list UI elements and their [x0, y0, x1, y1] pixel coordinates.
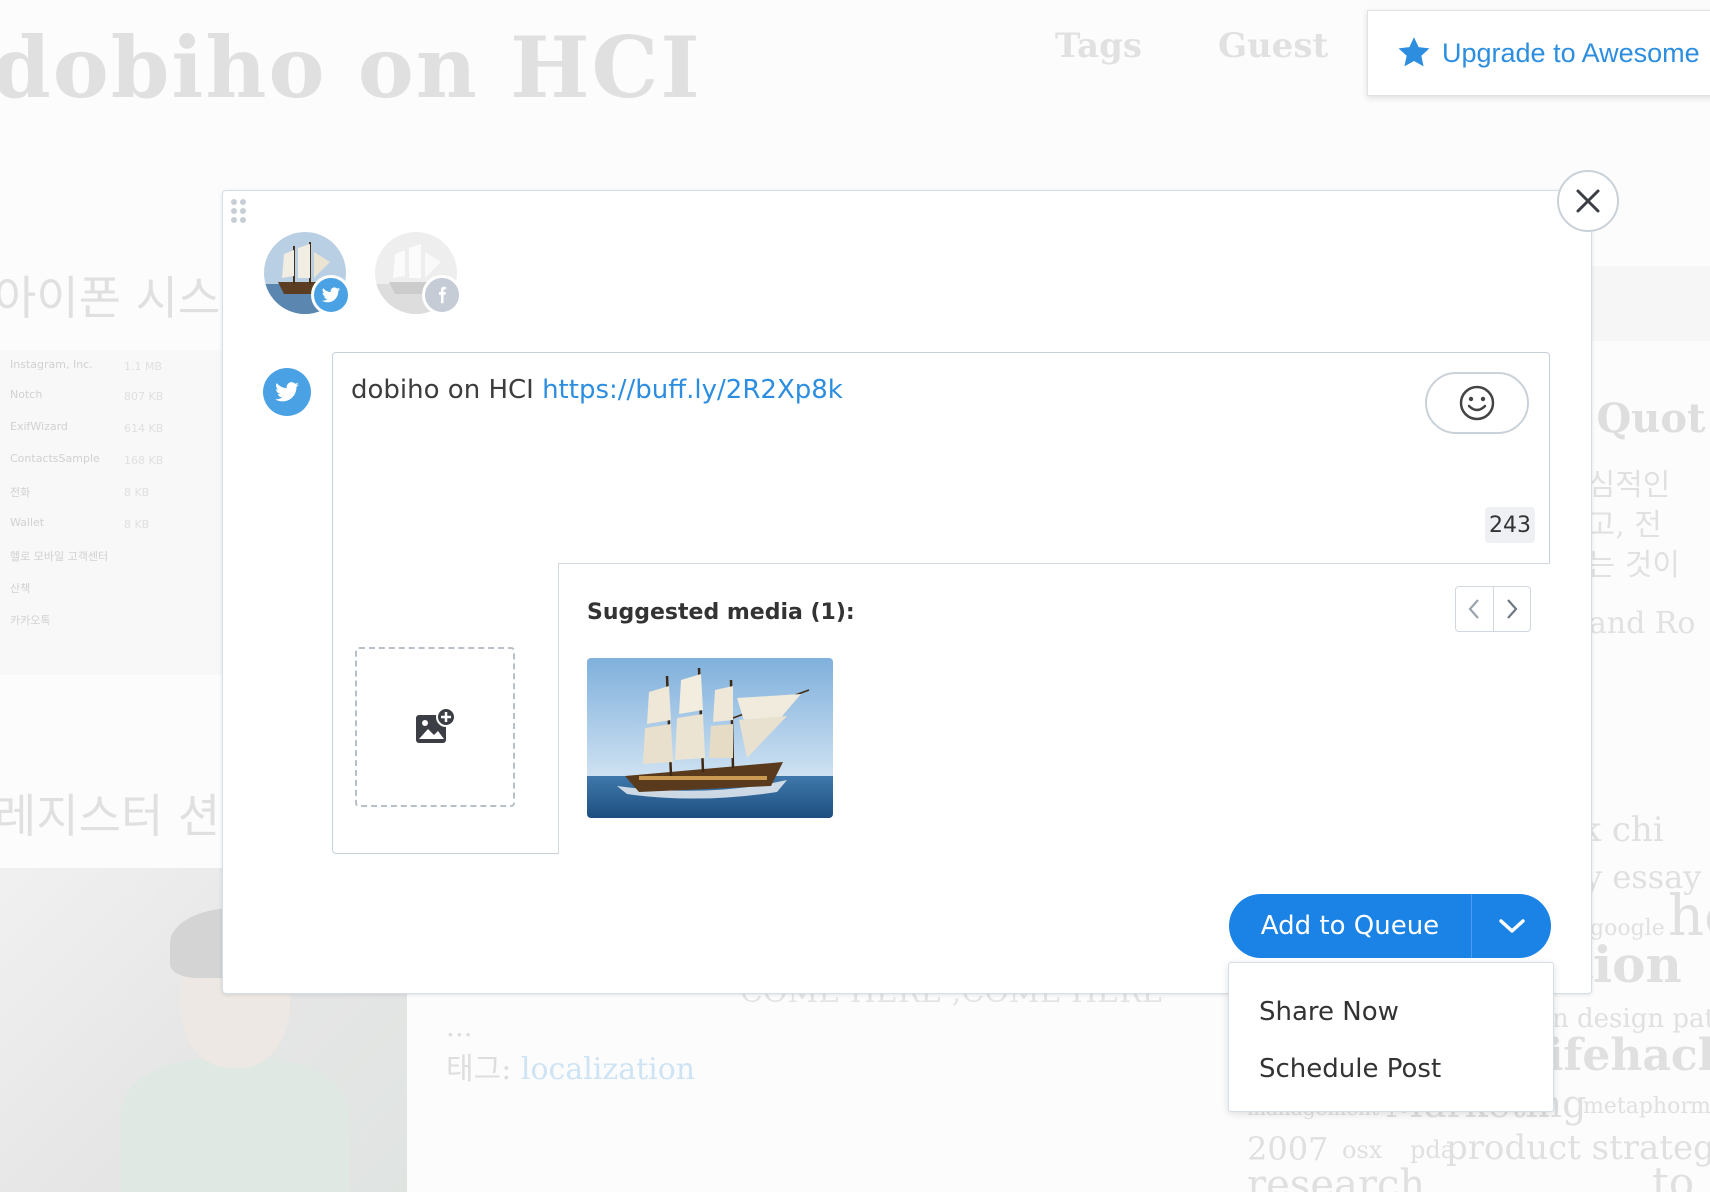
queue-options-menu: Share Now Schedule Post — [1228, 962, 1554, 1112]
chevron-down-icon — [1498, 919, 1525, 933]
post-link[interactable]: https://buff.ly/2R2Xp8k — [542, 375, 843, 405]
menu-item-schedule-post[interactable]: Schedule Post — [1259, 1054, 1441, 1084]
composer-modal: dobiho on HCI https://buff.ly/2R2Xp8k 24… — [222, 190, 1592, 994]
close-modal-button[interactable] — [1557, 170, 1619, 232]
facebook-badge-icon — [422, 275, 462, 315]
next-media-button[interactable] — [1492, 587, 1531, 631]
menu-item-share-now[interactable]: Share Now — [1259, 997, 1399, 1027]
add-image-icon — [416, 707, 456, 743]
add-media-button[interactable] — [355, 647, 515, 807]
emoji-button[interactable] — [1425, 372, 1529, 434]
upgrade-label: Upgrade to Awesome — [1442, 37, 1700, 68]
queue-options-toggle[interactable] — [1471, 894, 1551, 958]
prev-media-button[interactable] — [1456, 587, 1493, 631]
upgrade-button[interactable]: Upgrade to Awesome — [1367, 10, 1710, 96]
post-text-input[interactable]: dobiho on HCI https://buff.ly/2R2Xp8k — [351, 375, 843, 405]
media-pager — [1455, 586, 1531, 632]
star-icon — [1398, 37, 1430, 67]
suggested-media-title: Suggested media (1): — [587, 600, 855, 625]
add-to-queue-button[interactable]: Add to Queue — [1229, 894, 1471, 958]
smiley-icon — [1459, 385, 1495, 421]
character-counter: 243 — [1485, 507, 1535, 543]
suggested-media-panel: Suggested media (1): — [558, 563, 1550, 854]
post-composer[interactable]: dobiho on HCI https://buff.ly/2R2Xp8k 24… — [332, 352, 1550, 854]
twitter-icon — [263, 368, 311, 416]
close-icon — [1576, 189, 1600, 213]
chevron-left-icon — [1468, 599, 1480, 619]
drag-handle-icon[interactable] — [231, 199, 247, 225]
suggested-media-thumbnail[interactable] — [587, 658, 833, 818]
chevron-right-icon — [1506, 599, 1518, 619]
twitter-badge-icon — [311, 275, 351, 315]
add-to-queue-split-button: Add to Queue — [1229, 894, 1551, 958]
